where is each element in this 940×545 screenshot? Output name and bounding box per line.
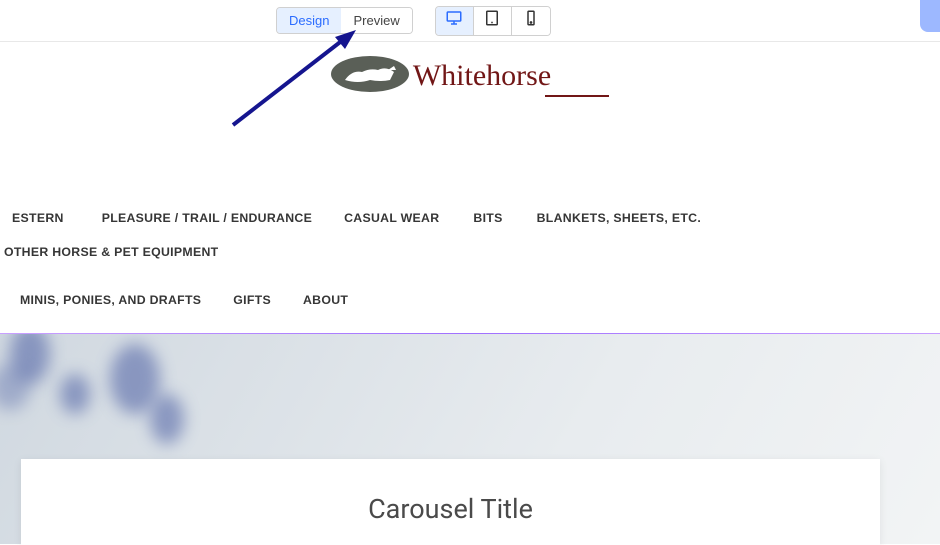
design-mode-button[interactable]: Design: [277, 8, 341, 33]
hint-bubble: [920, 0, 940, 32]
nav-item-gifts[interactable]: GIFTS: [233, 283, 303, 317]
main-navigation: ESTERN PLEASURE / TRAIL / ENDURANCE CASU…: [0, 201, 940, 327]
mode-toggle: Design Preview: [276, 7, 413, 34]
desktop-icon: [445, 9, 463, 32]
mobile-device-button[interactable]: [512, 7, 550, 35]
nav-item-other-equipment[interactable]: OTHER HORSE & PET EQUIPMENT: [4, 235, 218, 269]
page-canvas: Whitehorse ESTERN PLEASURE / TRAIL / END…: [0, 42, 940, 544]
device-toggle: [435, 6, 551, 36]
editor-toolbar: Design Preview: [0, 0, 940, 42]
nav-item-bits[interactable]: BITS: [473, 201, 536, 235]
carousel-title[interactable]: Carousel Title: [41, 493, 860, 525]
nav-item-casual-wear[interactable]: CASUAL WEAR: [344, 201, 473, 235]
preview-mode-button[interactable]: Preview: [341, 8, 411, 33]
nav-item-about[interactable]: ABOUT: [303, 283, 348, 317]
site-logo[interactable]: Whitehorse: [0, 42, 940, 93]
tablet-device-button[interactable]: [474, 7, 512, 35]
logo-text: Whitehorse: [413, 59, 551, 93]
nav-item-blankets-sheets[interactable]: BLANKETS, SHEETS, ETC.: [537, 201, 735, 235]
nav-item-minis-ponies-drafts[interactable]: MINIS, PONIES, AND DRAFTS: [4, 283, 233, 317]
carousel[interactable]: Carousel Title: [0, 334, 940, 544]
mobile-icon: [522, 9, 540, 32]
carousel-card: Carousel Title: [21, 459, 880, 545]
nav-item-pleasure-trail-endurance[interactable]: PLEASURE / TRAIL / ENDURANCE: [102, 201, 344, 235]
desktop-device-button[interactable]: [436, 7, 474, 35]
horse-icon: [331, 56, 409, 92]
nav-item-western[interactable]: ESTERN: [4, 201, 102, 235]
tablet-icon: [483, 9, 501, 32]
logo-underline: [545, 95, 609, 97]
